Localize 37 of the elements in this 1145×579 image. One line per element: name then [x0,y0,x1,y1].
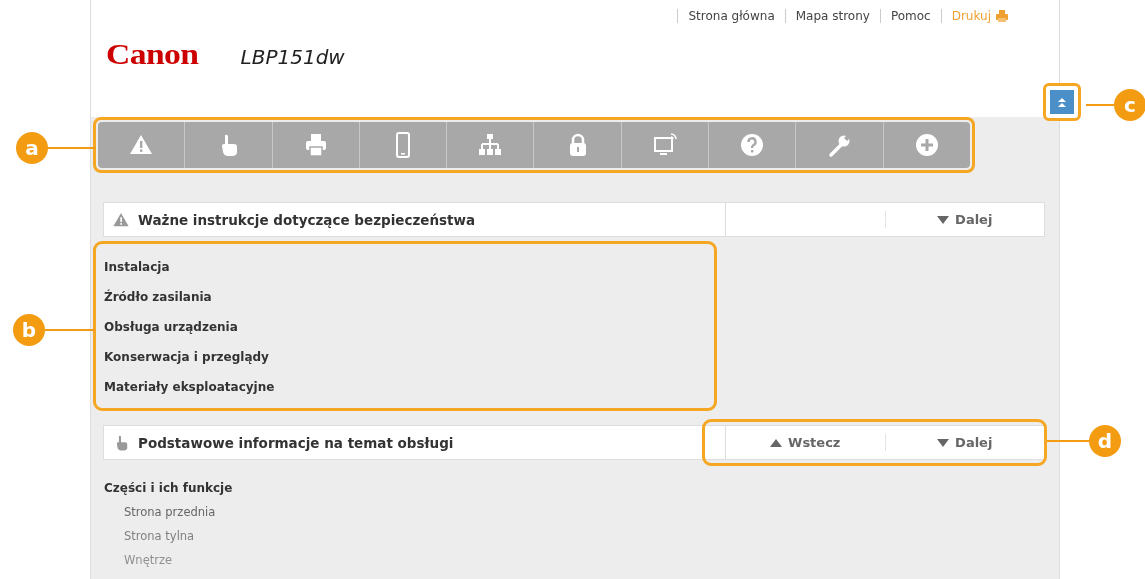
next-button[interactable]: Dalej [937,435,993,450]
model-name: LBP151dw [240,45,345,69]
callout-marker: b [13,314,45,346]
topic-link[interactable]: Konserwacja i przeglądy [104,342,269,372]
help-icon [739,132,766,158]
topic-link[interactable]: Obsługa urządzenia [104,312,238,342]
subtopic-link[interactable]: Strona tylna [104,524,195,548]
header-link[interactable]: Mapa strony [784,9,880,23]
previous-button[interactable]: Wstecz [770,435,841,450]
next-button[interactable]: Dalej [937,212,993,227]
subtopic-link[interactable]: Strona przednia [104,500,216,524]
topic-link[interactable]: Źródło zasilania [104,282,212,312]
section-title: Ważne instrukcje dotyczące bezpieczeństwa [138,211,476,228]
leader-line [1047,440,1089,442]
leader-line [1086,104,1114,106]
section-title: Podstawowe informacje na temat obsługi [138,434,454,451]
topic-link[interactable]: Instalacja [104,252,170,282]
plus-icon [913,132,940,158]
monitor-wireless-icon [651,132,678,158]
triangle-down-icon [937,215,950,224]
topic-link[interactable]: Materiały eksploatacyjne [104,372,275,402]
leader-line [45,329,95,331]
double-caret-up-icon [1056,96,1068,108]
callout-marker: a [16,132,48,164]
topic-link[interactable]: Części i ich funkcje [104,473,233,500]
wrench-icon [826,132,853,158]
network-icon [477,132,504,158]
triangle-down-icon [937,438,950,447]
callout-marker: c [1114,89,1145,121]
header-link[interactable]: Strona główna [677,9,785,23]
brand-logo: Canon [106,37,199,71]
callout-marker: d [1089,425,1121,457]
header-link[interactable]: Pomoc [879,9,941,23]
leader-line [48,147,96,149]
printer-icon [995,9,1009,23]
triangle-up-icon [770,438,783,447]
scroll-top-button[interactable] [1050,90,1074,114]
